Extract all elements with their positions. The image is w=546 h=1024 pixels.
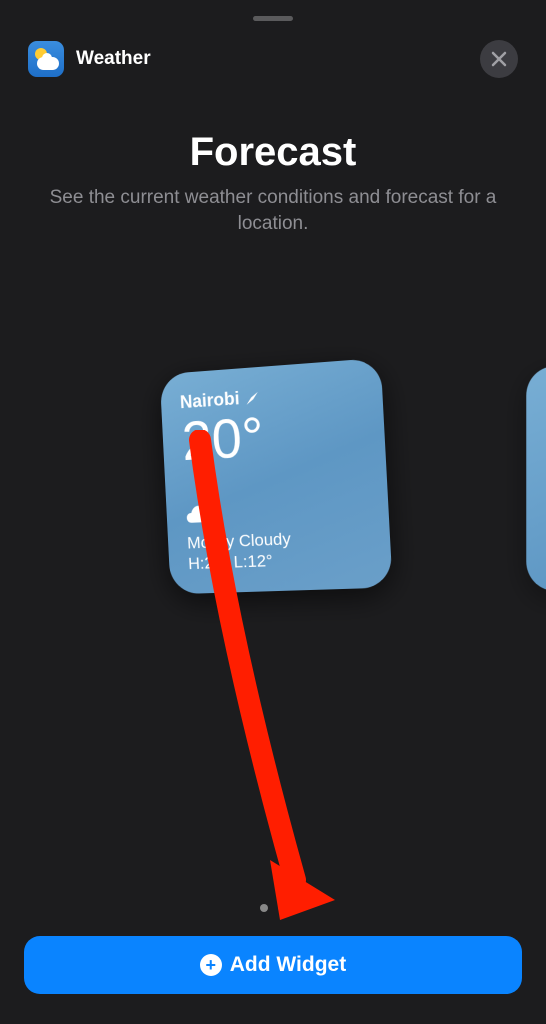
sheet-grabber[interactable] (253, 16, 293, 21)
add-widget-label: Add Widget (230, 953, 346, 977)
page-title: Forecast (28, 130, 518, 175)
title-section: Forecast See the current weather conditi… (0, 78, 546, 236)
widget-bottom: Mostly Cloudy H:21° L:12° (185, 497, 371, 575)
page-dot-2 (278, 904, 286, 912)
app-title: Weather (76, 48, 151, 70)
header-left: Weather (28, 41, 151, 77)
page-subtitle: See the current weather conditions and f… (28, 185, 518, 236)
close-icon (491, 51, 507, 67)
weather-widget-preview: Nairobi 20° Mostly Cloudy H:21° L:12° (159, 358, 392, 595)
page-indicator[interactable] (260, 904, 286, 912)
page-dot-1 (260, 904, 268, 912)
weather-app-icon (28, 41, 64, 77)
widget-preview-area[interactable]: Nairobi 20° Mostly Cloudy H:21° L:12° (0, 366, 546, 591)
next-widget-preview-peek[interactable] (526, 366, 546, 592)
add-widget-button[interactable]: + Add Widget (24, 936, 522, 994)
cloud-icon (185, 504, 213, 525)
plus-circle-icon: + (200, 954, 222, 976)
close-button[interactable] (480, 40, 518, 78)
widget-temperature: 20° (180, 397, 365, 473)
header: Weather (0, 0, 546, 78)
